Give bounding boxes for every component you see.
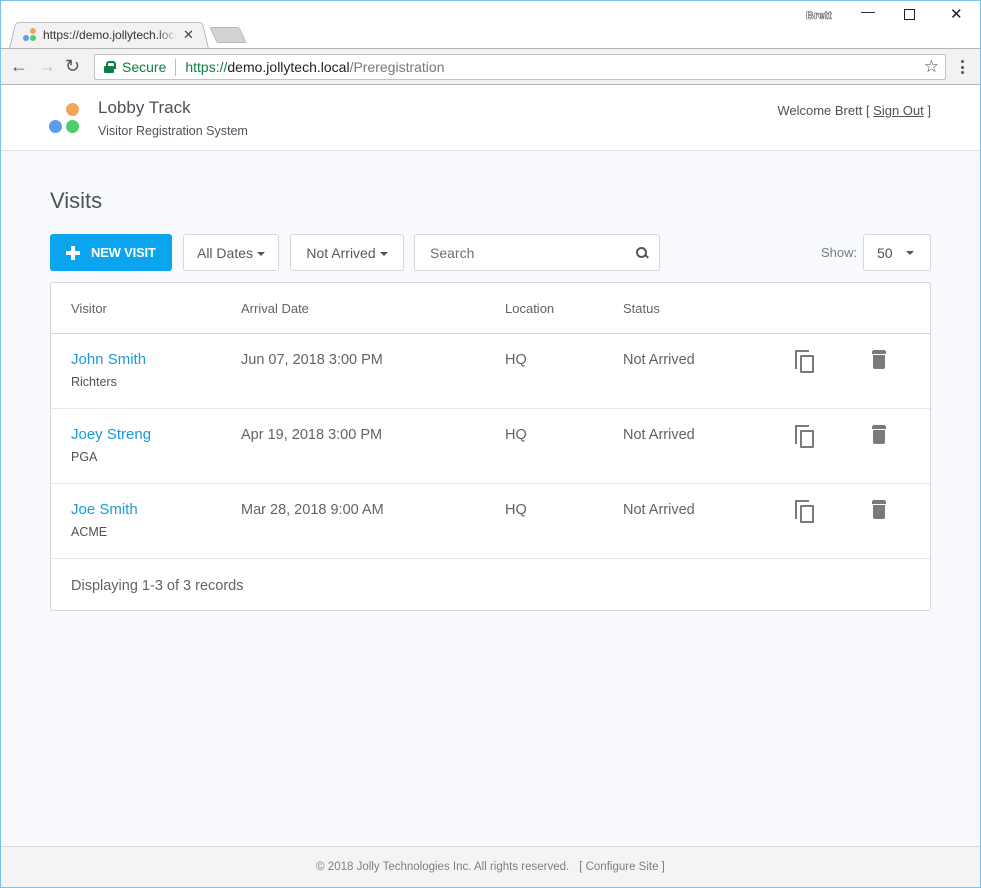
brand-title: Lobby Track [98,98,191,117]
configure-site-link[interactable]: [ Configure Site ] [579,861,665,873]
sign-out-link[interactable]: Sign Out [873,103,924,118]
page-content: Lobby Track Visitor Registration System … [1,85,980,887]
visitor-name-link[interactable]: John Smith [71,351,146,368]
visitor-company: Richters [71,375,117,389]
brand-subtitle: Visitor Registration System [98,124,248,138]
secure-label: Secure [122,59,167,75]
url-path: /Preregistration [349,59,445,75]
column-header-location[interactable]: Location [505,301,554,316]
status-filter-dropdown[interactable]: Not Arrived [290,234,404,271]
location: HQ [505,352,527,368]
minimize-icon[interactable]: — [861,3,875,19]
profile-name[interactable]: Brett [806,10,832,23]
search-box [414,234,660,271]
url-scheme: https:// [185,59,228,75]
new-visit-button[interactable]: NEW VISIT [50,234,172,271]
date-filter-dropdown[interactable]: All Dates [183,234,279,271]
caret-down-icon [257,251,266,256]
table-row: Joey Streng PGA Apr 19, 2018 3:00 PM HQ … [51,409,930,484]
arrival-date: Mar 28, 2018 9:00 AM [241,502,384,518]
show-label: Show: [821,245,858,260]
copyright-text: © 2018 Jolly Technologies Inc. All right… [316,861,570,873]
trash-icon[interactable] [871,501,887,521]
browser-tab-content[interactable]: https://demo.jollytech.local/Preregistra… [21,23,201,47]
status: Not Arrived [623,427,695,443]
status: Not Arrived [623,502,695,518]
status: Not Arrived [623,352,695,368]
maximize-icon[interactable] [904,5,915,23]
visitor-company: ACME [71,525,108,539]
plus-icon [66,245,80,260]
browser-menu-icon[interactable] [956,57,968,77]
visitor-name-link[interactable]: Joey Streng [71,426,151,443]
table-header: Visitor Arrival Date Location Status [51,283,930,334]
search-input[interactable] [415,235,615,270]
address-separator [175,58,177,76]
logo-icon [49,103,83,135]
copy-icon[interactable] [795,425,817,449]
forward-arrow-icon[interactable]: → [38,56,56,76]
caret-down-icon [906,251,914,255]
app-header: Lobby Track Visitor Registration System … [1,85,980,151]
page-title: Visits [50,188,103,213]
back-arrow-icon[interactable]: ← [10,56,28,76]
new-visit-label: NEW VISIT [91,245,156,260]
date-filter-label: All Dates [196,244,254,261]
footer: © 2018 Jolly Technologies Inc. All right… [1,846,980,887]
window-close-icon[interactable]: ✕ [950,5,963,23]
lock-icon [104,61,116,73]
visitor-company: PGA [71,450,98,464]
arrival-date: Apr 19, 2018 3:00 PM [241,427,383,443]
reload-icon[interactable]: ↻ [65,56,80,76]
table-row: Joe Smith ACME Mar 28, 2018 9:00 AM HQ N… [51,484,930,559]
url-host: demo.jollytech.local [227,59,350,75]
page-size-select[interactable]: 50 [863,234,931,271]
copy-icon[interactable] [795,500,817,524]
page-size-value: 50 [877,244,893,261]
welcome-suffix: ] [923,103,931,118]
tab-close-icon[interactable]: ✕ [183,27,194,43]
favicon-icon [21,27,37,43]
table-row: John Smith Richters Jun 07, 2018 3:00 PM… [51,334,930,409]
browser-toolbar: ← → ↻ Secure https:// demo.jollytech.loc… [1,48,980,85]
welcome-prefix: Welcome Brett [ [777,103,874,118]
welcome-text: Welcome Brett [ Sign Out ] [777,103,931,118]
copy-icon[interactable] [795,350,817,374]
trash-icon[interactable] [871,351,887,371]
tab-title: https://demo.jollytech.local/Preregistra… [43,28,177,42]
column-header-arrival-date[interactable]: Arrival Date [241,301,309,316]
bookmark-star-icon[interactable]: ☆ [924,57,939,77]
browser-window: https://demo.jollytech.local/Preregistra… [1,1,980,887]
status-filter-label: Not Arrived [306,244,376,261]
title-bar: https://demo.jollytech.local/Preregistra… [1,1,980,49]
trash-icon[interactable] [871,426,887,446]
column-header-visitor[interactable]: Visitor [71,301,107,316]
search-icon[interactable] [636,247,648,259]
column-header-status[interactable]: Status [623,301,660,316]
caret-down-icon [379,251,388,256]
location: HQ [505,427,527,443]
address-bar[interactable]: Secure https:// demo.jollytech.local /Pr… [94,54,946,80]
visitor-name-link[interactable]: Joe Smith [71,501,138,518]
arrival-date: Jun 07, 2018 3:00 PM [241,352,383,368]
visits-table: Visitor Arrival Date Location Status Joh… [50,282,931,611]
records-summary: Displaying 1-3 of 3 records [71,578,244,594]
new-tab-button[interactable] [209,27,247,43]
location: HQ [505,502,527,518]
